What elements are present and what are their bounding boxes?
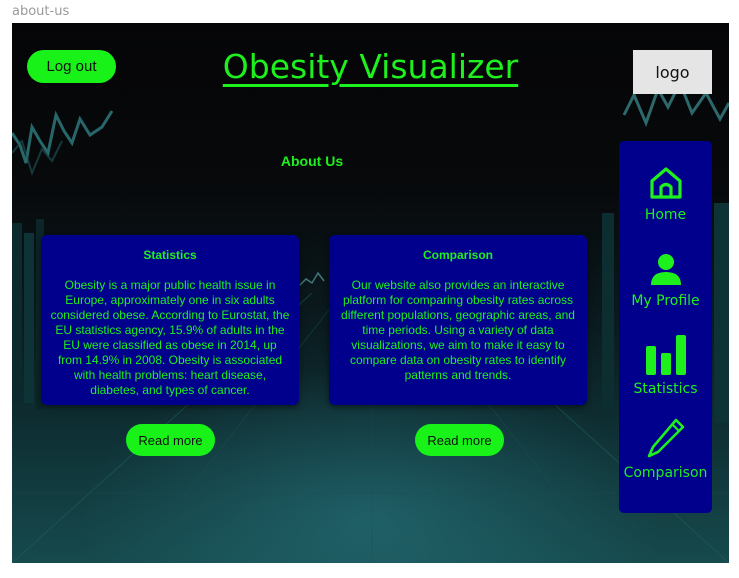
sidebar-item-label: Statistics [633,381,698,397]
comparison-read-more-button[interactable]: Read more [415,424,504,456]
sidebar-item-statistics[interactable]: Statistics [619,333,712,397]
sidebar-item-my-profile[interactable]: My Profile [619,251,712,309]
sidebar-item-comparison[interactable]: Comparison [619,417,712,481]
home-icon [619,165,712,205]
sidebar-item-label: Home [644,207,687,223]
page-frame: Log out Obesity Visualizer logo About Us… [12,23,729,563]
sidebar-nav: Home My Profile Statistics Comparison [619,141,712,513]
sidebar-item-label: Comparison [623,465,708,481]
bar-chart-icon [619,333,712,379]
about-us-heading: About Us [280,153,344,169]
frame-label: about-us [12,4,70,19]
card-body: Obesity is a major public health issue i… [50,278,290,397]
sidebar-item-home[interactable]: Home [619,165,712,223]
card-body: Our website also provides an interactive… [341,278,575,382]
statistics-card: Statistics Obesity is a major public hea… [41,235,299,405]
sidebar-item-label: My Profile [631,293,700,309]
pencil-icon [619,417,712,463]
page-title[interactable]: Obesity Visualizer [192,47,549,86]
comparison-card: Comparison Our website also provides an … [329,235,587,405]
card-title: Statistics [143,248,197,262]
card-title: Comparison [422,248,493,262]
statistics-read-more-button[interactable]: Read more [126,424,215,456]
logo-placeholder: logo [633,50,712,94]
user-icon [619,251,712,291]
logout-button[interactable]: Log out [27,50,116,83]
